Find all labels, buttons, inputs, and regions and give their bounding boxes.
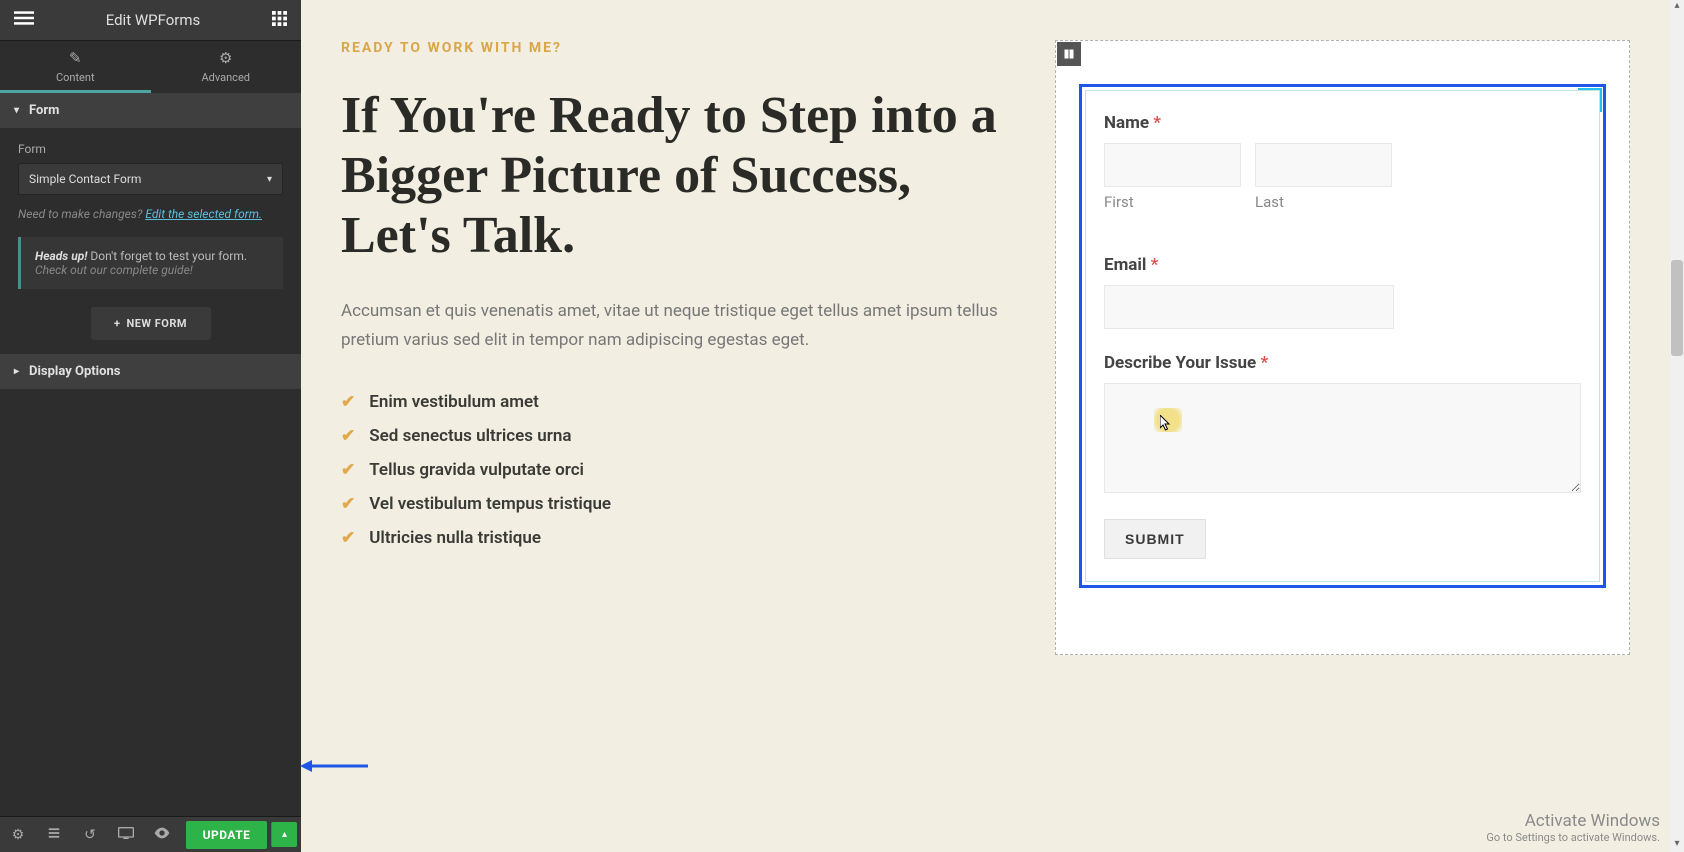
- notice-strong: Heads up!: [35, 249, 87, 263]
- name-sublabels: First Last: [1104, 193, 1581, 231]
- body-paragraph: Accumsan et quis venenatis amet, vitae u…: [341, 297, 1015, 355]
- sidebar-header: Edit WPForms: [0, 0, 301, 41]
- scroll-down-icon[interactable]: ▾: [1670, 838, 1684, 852]
- tab-advanced-label: Advanced: [202, 71, 250, 84]
- list-item-text: Enim vestibulum amet: [369, 392, 539, 412]
- activate-windows-watermark: Activate Windows Go to Settings to activ…: [1486, 811, 1660, 844]
- hamburger-menu-icon[interactable]: [14, 8, 34, 32]
- help-prefix: Need to make changes?: [18, 207, 145, 221]
- submit-button[interactable]: SUBMIT: [1104, 519, 1206, 559]
- list-item-text: Vel vestibulum tempus tristique: [369, 494, 611, 514]
- section-display-title: Display Options: [29, 364, 120, 379]
- section-form-header[interactable]: ▾ Form: [0, 93, 301, 128]
- tab-content-label: Content: [56, 71, 95, 84]
- scrollbar-thumb[interactable]: [1671, 260, 1683, 356]
- vertical-scrollbar[interactable]: ▴ ▾: [1670, 0, 1684, 852]
- navigator-icon[interactable]: [36, 826, 72, 844]
- feature-list: ✔ Enim vestibulum amet ✔ Sed senectus ultr…: [341, 385, 1015, 555]
- content-right: ✎ Name * First Last Email *: [1055, 40, 1630, 655]
- responsive-icon[interactable]: [108, 827, 144, 843]
- preview-icon[interactable]: [144, 827, 180, 843]
- list-item: ✔ Ultricies nulla tristique: [341, 521, 1015, 555]
- update-button[interactable]: UPDATE: [186, 821, 267, 849]
- email-label: Email *: [1104, 255, 1581, 275]
- new-form-button[interactable]: + NEW FORM: [91, 307, 211, 340]
- update-label: UPDATE: [203, 828, 251, 842]
- notice-rest: Don't forget to test your form.: [87, 249, 247, 263]
- form-select[interactable]: Simple Contact Form ▾: [18, 163, 283, 195]
- edit-form-link[interactable]: Edit the selected form.: [145, 207, 262, 221]
- heads-up-notice: Heads up! Don't forget to test your form…: [18, 237, 283, 289]
- list-item-text: Sed senectus ultrices urna: [369, 426, 571, 446]
- watermark-line2: Go to Settings to activate Windows.: [1486, 831, 1660, 844]
- list-item: ✔ Vel vestibulum tempus tristique: [341, 487, 1015, 521]
- first-sublabel: First: [1104, 193, 1241, 211]
- check-icon: ✔: [341, 392, 355, 412]
- list-item: ✔ Enim vestibulum amet: [341, 385, 1015, 419]
- name-input-row: [1104, 143, 1581, 187]
- update-options-button[interactable]: ▴: [271, 822, 297, 847]
- sidebar-tabs: ✎ Content ⚙ Advanced: [0, 41, 301, 93]
- selected-widget-outline[interactable]: ✎ Name * First Last Email *: [1079, 84, 1606, 588]
- tab-content[interactable]: ✎ Content: [0, 41, 151, 93]
- scroll-up-icon[interactable]: ▴: [1670, 0, 1684, 14]
- describe-textarea[interactable]: [1104, 383, 1581, 493]
- history-icon[interactable]: ↺: [72, 827, 108, 843]
- form-help-text: Need to make changes? Edit the selected …: [18, 207, 283, 221]
- first-name-input[interactable]: [1104, 143, 1241, 187]
- section-display-header[interactable]: ▸ Display Options: [0, 354, 301, 389]
- list-item: ✔ Sed senectus ultrices urna: [341, 419, 1015, 453]
- widget-frame[interactable]: ✎ Name * First Last Email *: [1055, 40, 1630, 655]
- form-widget: Name * First Last Email *: [1085, 90, 1600, 582]
- email-input[interactable]: [1104, 285, 1394, 329]
- describe-block: Describe Your Issue *: [1104, 353, 1581, 497]
- list-item: ✔ Tellus gravida vulputate orci: [341, 453, 1015, 487]
- content-left: READY TO WORK WITH ME? If You're Ready t…: [341, 40, 1015, 655]
- page-preview: READY TO WORK WITH ME? If You're Ready t…: [301, 0, 1670, 852]
- section-form-body: Form Simple Contact Form ▾ Need to make …: [0, 128, 301, 354]
- settings-icon[interactable]: ⚙: [0, 827, 36, 843]
- form-select-label: Form: [18, 142, 283, 156]
- gear-icon: ⚙: [151, 49, 302, 67]
- new-form-label: NEW FORM: [126, 317, 187, 330]
- name-label: Name *: [1104, 113, 1581, 133]
- watermark-line1: Activate Windows: [1486, 811, 1660, 831]
- list-item-text: Tellus gravida vulputate orci: [369, 460, 584, 480]
- form-select-value: Simple Contact Form: [29, 172, 141, 186]
- sidebar-title: Edit WPForms: [106, 11, 201, 29]
- eyebrow-text: READY TO WORK WITH ME?: [341, 40, 1015, 56]
- pencil-icon: ✎: [0, 49, 151, 67]
- notice-sub: Check out our complete guide!: [35, 263, 193, 277]
- email-block: Email *: [1104, 255, 1581, 329]
- plus-icon: +: [114, 317, 121, 330]
- describe-label: Describe Your Issue *: [1104, 353, 1581, 373]
- list-item-text: Ultricies nulla tristique: [369, 528, 541, 548]
- last-sublabel: Last: [1255, 193, 1284, 211]
- check-icon: ✔: [341, 460, 355, 480]
- check-icon: ✔: [341, 528, 355, 548]
- caret-right-icon: ▸: [14, 366, 19, 377]
- last-name-input[interactable]: [1255, 143, 1392, 187]
- widgets-grid-icon[interactable]: [272, 11, 287, 30]
- check-icon: ✔: [341, 494, 355, 514]
- content-row: READY TO WORK WITH ME? If You're Ready t…: [301, 0, 1670, 695]
- check-icon: ✔: [341, 426, 355, 446]
- section-form-title: Form: [29, 103, 59, 118]
- tab-advanced[interactable]: ⚙ Advanced: [151, 41, 302, 93]
- sidebar-footer: ⚙ ↺ UPDATE ▴: [0, 816, 301, 852]
- headline: If You're Ready to Step into a Bigger Pi…: [341, 86, 1015, 265]
- chevron-down-icon: ▾: [267, 174, 272, 185]
- editor-sidebar: Edit WPForms ✎ Content ⚙ Advanced ▾ Form…: [0, 0, 301, 852]
- column-icon[interactable]: [1057, 42, 1081, 66]
- caret-down-icon: ▾: [14, 105, 19, 116]
